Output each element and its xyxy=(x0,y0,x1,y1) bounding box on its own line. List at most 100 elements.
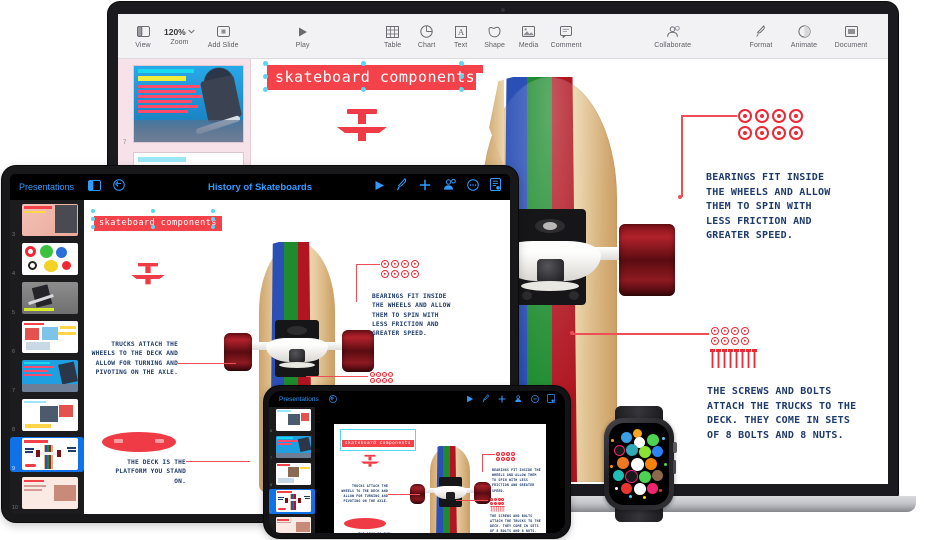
breathe-icon[interactable] xyxy=(626,444,638,456)
play-icon[interactable] xyxy=(374,178,385,196)
iphone-slide[interactable]: skateboard components BEARINGS FIT INSID… xyxy=(334,424,546,533)
play-icon[interactable] xyxy=(466,391,474,408)
ipad-slide-navigator[interactable]: 3 4 5 6 7 8 9 10 xyxy=(10,200,84,514)
toolbar-format-label: Format xyxy=(749,41,773,49)
format-brush-icon[interactable] xyxy=(396,178,408,196)
toolbar-document-button[interactable]: Document xyxy=(826,24,876,49)
watch-screen[interactable] xyxy=(609,423,669,505)
iphone-thumbnail[interactable]: 10 xyxy=(269,516,315,533)
iphone-thumbnail-selected[interactable]: 9 xyxy=(269,489,315,514)
iphone-thumbnail[interactable]: 6 xyxy=(269,408,315,433)
bearing-icon xyxy=(738,109,752,123)
undo-icon[interactable] xyxy=(113,178,125,196)
toolbar-shape-button[interactable]: Shape xyxy=(478,24,512,49)
toolbar-zoom-control[interactable]: 120% Zoom xyxy=(160,27,199,46)
podcasts-icon[interactable] xyxy=(613,470,624,481)
add-icon[interactable] xyxy=(498,391,506,408)
ipad-thumbnail-selected[interactable]: 9 xyxy=(10,437,84,472)
document-icon[interactable] xyxy=(490,178,501,196)
mac-thumbnail-7[interactable]: 7 xyxy=(123,65,244,146)
contacts-icon[interactable] xyxy=(652,470,663,481)
ipad-slide-title-wrap[interactable]: skateboard components xyxy=(91,209,222,231)
bolt-icon xyxy=(370,372,375,377)
ipad-back-link[interactable]: Presentations xyxy=(19,182,74,192)
iphone-slide-navigator[interactable]: 6 7 8 9 xyxy=(269,407,315,533)
toolbar-document-label: Document xyxy=(834,41,868,49)
photos-alt-icon[interactable] xyxy=(634,483,646,495)
mail-icon[interactable] xyxy=(652,446,663,457)
more-icon[interactable] xyxy=(467,178,479,196)
toolbar-media-button[interactable]: Media xyxy=(512,24,546,49)
digital-crown[interactable] xyxy=(673,442,677,453)
toolbar-chart-button[interactable]: Chart xyxy=(410,24,444,49)
app-dot[interactable] xyxy=(611,439,614,442)
bolt-icon xyxy=(370,378,375,383)
apple-watch-device xyxy=(596,406,682,522)
activity-icon[interactable] xyxy=(614,445,625,456)
iphone-leader-bearings xyxy=(482,454,495,455)
iphone-thumbnail-image xyxy=(276,463,311,485)
ipad-thumbnail-image xyxy=(22,438,78,470)
toolbar-animate-label: Animate xyxy=(790,41,818,49)
iphone-leader-bearings-v xyxy=(482,454,483,472)
watch-side-button[interactable] xyxy=(673,460,676,474)
messages-icon[interactable] xyxy=(639,471,651,483)
app-dot[interactable] xyxy=(615,487,618,490)
phone-icon[interactable] xyxy=(647,434,659,446)
leader-dot-bearings xyxy=(678,195,682,199)
camera-icon[interactable] xyxy=(625,470,638,483)
power-icon[interactable] xyxy=(645,458,657,470)
iphone-thumbnail[interactable]: 7 xyxy=(269,435,315,460)
slide-title-wrap[interactable]: skateboard components xyxy=(263,61,484,92)
ipad-thumbnail[interactable]: 8 xyxy=(10,398,84,433)
weather-icon[interactable] xyxy=(621,432,632,443)
ipad-thumbnail[interactable]: 4 xyxy=(10,242,84,277)
music-icon[interactable] xyxy=(647,483,658,494)
document-icon[interactable] xyxy=(547,391,555,408)
ipad-thumbnail[interactable]: 3 xyxy=(10,203,84,238)
iphone-thumbnail[interactable]: 8 xyxy=(269,462,315,487)
toolbar-view-button[interactable]: View xyxy=(126,24,160,49)
ipad-thumbnail[interactable]: 7 xyxy=(10,359,84,394)
animate-icon xyxy=(797,24,811,40)
app-dot[interactable] xyxy=(629,495,632,498)
toolbar-play-button[interactable]: Play xyxy=(286,24,320,49)
toolbar-comment-button[interactable]: Comment xyxy=(546,24,587,49)
iphone-leader-trucks xyxy=(388,494,420,495)
iphone-bearings-icon-group xyxy=(496,452,515,461)
add-icon[interactable] xyxy=(419,178,431,196)
toolbar-add-slide-button[interactable]: Add Slide xyxy=(203,24,244,49)
ipad-thumbnail[interactable]: 5 xyxy=(10,281,84,316)
app-dot[interactable] xyxy=(659,489,662,492)
toolbar-table-button[interactable]: Table xyxy=(376,24,410,49)
tools-icon[interactable] xyxy=(631,458,644,471)
iphone-thumbnail-number: 7 xyxy=(270,455,273,460)
toolbar-animate-button[interactable]: Animate xyxy=(782,24,826,49)
toolbar-format-button[interactable]: Format xyxy=(740,24,782,49)
iphone-main: 6 7 8 9 skateboard components BEARINGS F… xyxy=(269,407,565,533)
collaborate-icon[interactable] xyxy=(514,391,523,408)
app-dot[interactable] xyxy=(610,465,613,468)
ipad-leader-bearings xyxy=(356,264,380,265)
collaborate-icon[interactable] xyxy=(442,178,456,196)
bearing-icon xyxy=(772,126,786,140)
app-dot[interactable] xyxy=(643,496,646,499)
ipad-document-title[interactable]: History of Skateboards xyxy=(208,182,312,193)
iphone-back-link[interactable]: Presentations xyxy=(279,396,319,403)
undo-icon[interactable] xyxy=(328,391,337,408)
maps-icon[interactable] xyxy=(617,457,629,469)
toolbar-collaborate-button[interactable]: Collaborate xyxy=(645,24,701,49)
workout-icon[interactable] xyxy=(639,446,651,458)
alarm-icon[interactable] xyxy=(621,483,632,494)
more-icon[interactable] xyxy=(531,391,539,408)
iphone-canvas[interactable]: skateboard components BEARINGS FIT INSID… xyxy=(315,407,565,533)
sidebar-icon[interactable] xyxy=(88,178,102,196)
chevron-down-icon xyxy=(188,29,195,34)
app-dot[interactable] xyxy=(662,437,665,440)
ipad-thumbnail[interactable]: 10 xyxy=(10,476,84,511)
ipad-thumbnail[interactable]: 6 xyxy=(10,320,84,355)
ipad-wheel-right xyxy=(342,330,374,372)
toolbar-text-button[interactable]: A Text xyxy=(444,24,478,49)
app-dot[interactable] xyxy=(664,463,667,466)
format-brush-icon[interactable] xyxy=(482,391,490,408)
